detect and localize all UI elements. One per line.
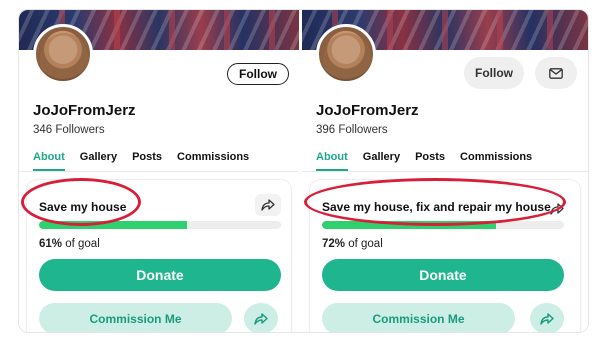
avatar[interactable]: [33, 24, 93, 84]
fundraiser-title: Save my house: [39, 200, 127, 214]
message-button[interactable]: [535, 57, 577, 89]
goal-progress-bar: [322, 221, 564, 229]
commission-button[interactable]: Commission Me: [322, 303, 515, 332]
tabs-divider: [19, 171, 299, 172]
tab-gallery[interactable]: Gallery: [363, 147, 400, 171]
follow-button[interactable]: Follow: [464, 57, 524, 89]
share-icon: [254, 312, 268, 325]
share-circle-button[interactable]: [244, 303, 278, 332]
goal-suffix: of goal: [348, 238, 383, 250]
profile-panel-right: Follow JoJoFromJerz 396 Followers About …: [302, 10, 588, 332]
follow-button[interactable]: Follow: [227, 63, 289, 85]
goal-progress-fill: [39, 221, 187, 229]
share-icon: [540, 312, 554, 325]
avatar[interactable]: [316, 24, 376, 84]
commission-button[interactable]: Commission Me: [39, 303, 232, 332]
mail-icon: [549, 67, 563, 79]
share-icon: [550, 203, 564, 215]
goal-text: 61% of goal: [39, 238, 100, 250]
goal-progress-bar: [39, 221, 281, 229]
fundraiser-card: Save my house, fix and repair my house 7…: [310, 180, 580, 332]
profile-tabs: About Gallery Posts Commissions: [316, 147, 547, 171]
goal-text: 72% of goal: [322, 238, 383, 250]
donate-button[interactable]: Donate: [39, 259, 281, 291]
follower-count: 396 Followers: [316, 124, 388, 136]
tab-about[interactable]: About: [316, 147, 348, 171]
tab-gallery[interactable]: Gallery: [80, 147, 117, 171]
fundraiser-card: Save my house 61% of goal Donate Commiss…: [27, 180, 291, 332]
share-button[interactable]: [255, 194, 281, 216]
share-icon: [261, 199, 275, 211]
username: JoJoFromJerz: [316, 102, 419, 119]
donate-button[interactable]: Donate: [322, 259, 564, 291]
share-button[interactable]: [544, 198, 570, 220]
profile-tabs: About Gallery Posts Commissions: [33, 147, 264, 171]
goal-percent: 72%: [322, 238, 346, 250]
tabs-divider: [302, 171, 588, 172]
comparison-frame: Follow JoJoFromJerz 346 Followers About …: [18, 9, 589, 333]
goal-progress-fill: [322, 221, 497, 229]
profile-panel-left: Follow JoJoFromJerz 346 Followers About …: [19, 10, 299, 332]
tab-about[interactable]: About: [33, 147, 65, 171]
goal-percent: 61%: [39, 238, 63, 250]
username: JoJoFromJerz: [33, 102, 136, 119]
tab-commissions[interactable]: Commissions: [177, 147, 249, 171]
tab-posts[interactable]: Posts: [415, 147, 445, 171]
follower-count: 346 Followers: [33, 124, 105, 136]
fundraiser-title: Save my house, fix and repair my house: [322, 200, 551, 214]
tab-posts[interactable]: Posts: [132, 147, 162, 171]
share-circle-button[interactable]: [530, 303, 564, 332]
goal-suffix: of goal: [65, 238, 100, 250]
tab-commissions[interactable]: Commissions: [460, 147, 532, 171]
